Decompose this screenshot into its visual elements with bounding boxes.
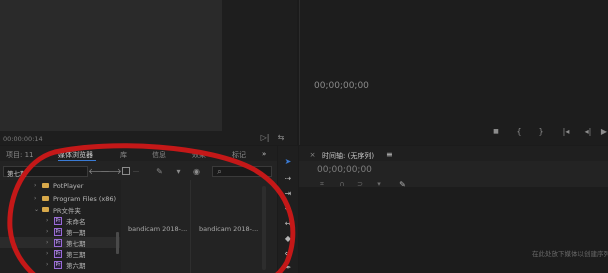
annotation-circle	[7, 143, 296, 273]
